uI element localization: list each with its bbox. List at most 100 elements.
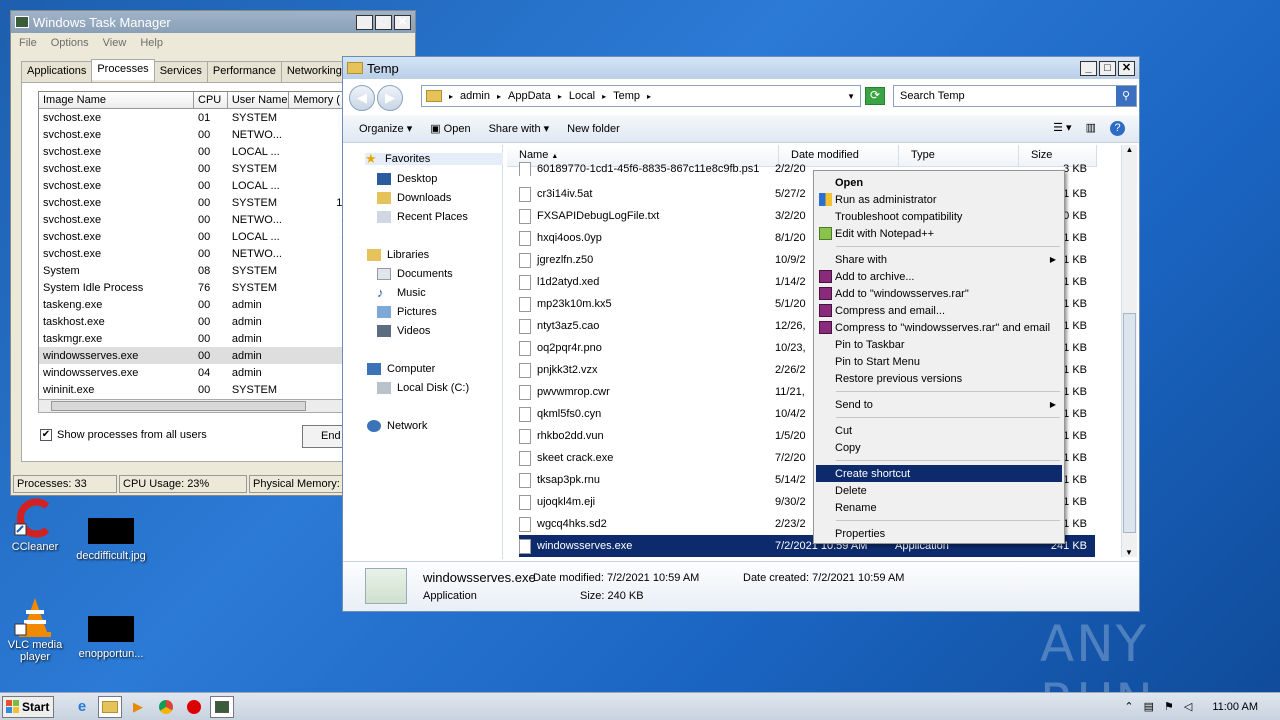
table-row[interactable]: taskhost.exe00admin92 [39,313,367,330]
breadcrumb-local[interactable]: Local [569,90,595,102]
forward-button[interactable]: ▶ [377,85,403,111]
minimize-button[interactable]: _ [356,14,373,30]
menu-share-with[interactable]: Share with ▶ [816,251,1062,268]
close-button[interactable]: ✕ [1118,60,1135,76]
table-row[interactable]: svchost.exe00LOCAL ...3,21 [39,177,367,194]
address-bar[interactable]: ▸ admin ▸ AppData ▸ Local ▸ Temp ▸ ▼ [421,85,861,107]
start-button[interactable]: Start [2,695,54,718]
network-tray-icon[interactable]: ▤ [1144,700,1154,713]
nav-network[interactable]: Network [367,420,427,432]
menu-compress-email[interactable]: Compress and email... [816,302,1062,319]
maximize-button[interactable]: □ [375,14,392,30]
help-icon[interactable]: ? [1110,121,1125,136]
nav-videos[interactable]: Videos [377,325,430,337]
menu-properties[interactable]: Properties [816,525,1062,542]
menu-options[interactable]: Options [51,37,89,49]
menu-pin-start[interactable]: Pin to Start Menu [816,353,1062,370]
table-row[interactable]: svchost.exe00LOCAL ...4,81 [39,228,367,245]
table-row[interactable]: svchost.exe00SYSTEM11,14 [39,194,367,211]
col-user-name[interactable]: User Name [228,92,290,108]
address-dropdown-icon[interactable]: ▼ [847,92,855,101]
show-all-users-checkbox-row[interactable]: ✔ Show processes from all users [40,429,207,441]
table-row[interactable]: taskeng.exe00admin96 [39,296,367,313]
table-row[interactable]: svchost.exe01SYSTEM2,58 [39,109,367,126]
nav-desktop[interactable]: Desktop [377,173,437,185]
nav-downloads[interactable]: Downloads [377,192,451,204]
menu-restore-versions[interactable]: Restore previous versions [816,370,1062,387]
col-image-name[interactable]: Image Name [39,92,194,108]
menu-rename[interactable]: Rename [816,499,1062,516]
vertical-scrollbar[interactable]: ▲ ▼ [1121,145,1137,557]
menu-add-to-archive[interactable]: Add to archive... [816,268,1062,285]
menu-file[interactable]: File [19,37,37,49]
menu-copy[interactable]: Copy [816,439,1062,456]
table-row[interactable]: svchost.exe00SYSTEM3,24 [39,160,367,177]
menu-open[interactable]: Open [816,174,1062,191]
tab-performance[interactable]: Performance [206,61,282,82]
desktop-icon-ccleaner[interactable]: CCleaner [0,498,70,553]
new-folder-button[interactable]: New folder [567,123,620,135]
nav-computer[interactable]: Computer [367,363,435,375]
tab-processes[interactable]: Processes [91,59,155,80]
search-input[interactable]: Search Temp ⚲ [893,85,1137,107]
table-row[interactable]: taskmgr.exe00admin2,80 [39,330,367,347]
menu-compress-rar-email[interactable]: Compress to "windowsserves.rar" and emai… [816,319,1062,336]
maximize-button[interactable]: □ [1099,60,1116,76]
internet-explorer-icon[interactable]: e [70,696,94,718]
preview-pane-icon[interactable]: ▥ [1086,121,1096,136]
open-button[interactable]: ▣ Open [430,122,470,135]
organize-button[interactable]: Organize ▾ [359,122,412,135]
explorer-taskbar-icon[interactable] [98,695,122,718]
tab-services[interactable]: Services [153,61,208,82]
menu-pin-taskbar[interactable]: Pin to Taskbar [816,336,1062,353]
search-icon[interactable]: ⚲ [1116,86,1136,106]
scroll-up-icon[interactable]: ▲ [1122,145,1137,154]
minimize-button[interactable]: _ [1080,60,1097,76]
action-center-flag-icon[interactable]: ⚑ [1164,700,1174,713]
nav-documents[interactable]: Documents [377,268,453,280]
nav-libraries[interactable]: Libraries [367,249,429,261]
menu-run-as-admin[interactable]: Run as administrator [816,191,1062,208]
refresh-icon[interactable]: ⟳ [865,87,885,105]
breadcrumb-admin[interactable]: admin [460,90,490,102]
menu-view[interactable]: View [103,37,127,49]
menu-create-shortcut[interactable]: Create shortcut [816,465,1062,482]
table-row[interactable]: svchost.exe00NETWO...2,16 [39,126,367,143]
scroll-thumb[interactable] [51,401,306,411]
title-bar[interactable]: Windows Task Manager _ □ ✕ [11,11,415,33]
opera-icon[interactable] [182,696,206,718]
nav-local-disk[interactable]: Local Disk (C:) [377,382,469,394]
chrome-icon[interactable] [154,696,178,718]
scroll-down-icon[interactable]: ▼ [1122,548,1136,557]
table-row[interactable]: wininit.exe00SYSTEM76 [39,381,367,398]
nav-music[interactable]: ♪ Music [377,286,426,299]
nav-favorites[interactable]: ★ Favorites [365,152,503,165]
desktop-icon-enopportun[interactable]: enopportun... [76,608,146,660]
table-row[interactable]: windowsserves.exe04admin3,13 [39,364,367,381]
menu-edit-notepadpp[interactable]: Edit with Notepad++ [816,225,1062,242]
table-row[interactable]: svchost.exe00LOCAL ...6,04 [39,143,367,160]
breadcrumb-temp[interactable]: Temp [613,90,640,102]
menu-troubleshoot[interactable]: Troubleshoot compatibility [816,208,1062,225]
table-row[interactable]: System08SYSTEM4 [39,262,367,279]
menu-send-to[interactable]: Send to ▶ [816,396,1062,413]
table-row[interactable]: svchost.exe00NETWO...1,17 [39,245,367,262]
tab-applications[interactable]: Applications [21,61,93,82]
back-button[interactable]: ◀ [349,85,375,111]
menu-add-to-rar[interactable]: Add to "windowsserves.rar" [816,285,1062,302]
menu-delete[interactable]: Delete [816,482,1062,499]
media-player-icon[interactable]: ▶ [126,696,150,718]
table-row[interactable]: svchost.exe00NETWO...4,30 [39,211,367,228]
task-manager-taskbar-icon[interactable] [210,695,234,718]
speaker-icon[interactable]: ◁ [1184,700,1192,713]
show-hidden-icons[interactable]: ⌃ [1124,700,1133,713]
clock[interactable]: 11:00 AM [1212,701,1258,713]
scroll-thumb[interactable] [1123,313,1136,533]
title-bar[interactable]: Temp _ □ ✕ [343,57,1139,79]
view-options-icon[interactable]: ☰ ▾ [1053,121,1071,136]
nav-pictures[interactable]: Pictures [377,306,437,318]
menu-help[interactable]: Help [140,37,163,49]
desktop-icon-vlc[interactable]: VLC media player [0,596,70,663]
nav-recent-places[interactable]: Recent Places [377,211,468,223]
share-with-button[interactable]: Share with ▾ [489,122,550,135]
